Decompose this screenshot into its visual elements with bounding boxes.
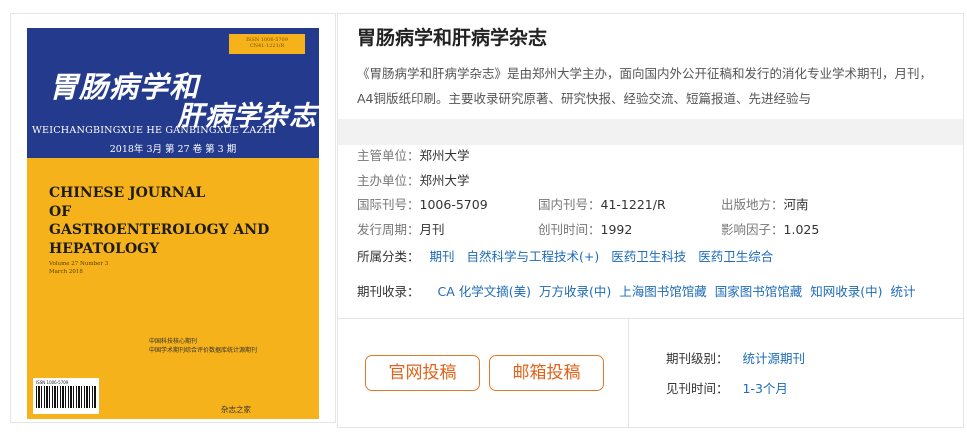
meta-row-dates: 发行周期：月刊 创刊时间：1992 影响因子：1.025: [357, 219, 957, 237]
cover-publisher-logo: 杂志之家: [221, 405, 251, 414]
database-link-national-library[interactable]: 国家图书馆馆藏: [715, 284, 803, 299]
meta-row-sponsor: 主办单位：郑州大学: [357, 170, 470, 189]
cover-pinyin: WEICHANGBINGXUE HE GANBINGXUE ZAZHI: [32, 125, 276, 136]
category-label: 所属分类：: [357, 249, 420, 264]
location-field: 出版地方：河南: [721, 194, 809, 213]
location-value: 河南: [783, 197, 809, 212]
supervisor-label: 主管单位：: [357, 148, 420, 163]
founded-label: 创刊时间：: [538, 222, 601, 237]
level-value-link[interactable]: 统计源期刊: [743, 351, 806, 366]
meta-row-numbers: 国际刊号：1006-5709 国内刊号：41-1221/R 出版地方：河南: [357, 194, 957, 212]
meta-row-supervisor: 主管单位：郑州大学: [357, 145, 470, 164]
cover-barcode: ISSN 1006-5709: [33, 378, 99, 414]
database-link-shanghai-library[interactable]: 上海图书馆馆藏: [619, 284, 707, 299]
cn-value: 41-1221/R: [600, 197, 666, 212]
database-link-cnki[interactable]: 知网收录(中): [810, 284, 882, 299]
category-link-medical-tech[interactable]: 医药卫生科技: [611, 249, 686, 264]
database-link-ca[interactable]: CA 化学文摘(美): [438, 284, 532, 299]
category-link-journal[interactable]: 期刊: [430, 249, 455, 264]
impact-label: 影响因子：: [721, 222, 784, 237]
journal-meta: 主管单位：郑州大学 主办单位：郑州大学 国际刊号：1006-5709 国内刊号：…: [337, 119, 964, 239]
journal-cover-image[interactable]: ISSN 1006-5709 CN41-1221/R 胃肠病学和 肝病学杂志 W…: [27, 28, 319, 419]
cover-title-en: CHINESE JOURNAL OF GASTROENTEROLOGY AND …: [49, 185, 270, 257]
action-divider: [628, 319, 629, 427]
level-label: 期刊级别：: [666, 351, 729, 366]
time-value: 1-3个月: [742, 381, 788, 396]
category-row: 所属分类： 期刊 自然科学与工程技术(+) 医药卫生科技 医药卫生综合: [357, 246, 781, 265]
cover-volume: Volume 27 Number 3 March 2018: [49, 261, 109, 275]
cn-field: 国内刊号：41-1221/R: [538, 194, 666, 213]
database-row: 期刊收录： CA 化学文摘(美) 万方收录(中) 上海图书馆馆藏 国家图书馆馆藏…: [357, 281, 957, 300]
sponsor-label: 主办单位：: [357, 173, 420, 188]
issn-label: 国际刊号：: [357, 197, 420, 212]
cover-issn-box: ISSN 1006-5709 CN41-1221/R: [229, 34, 305, 54]
journal-title[interactable]: 胃肠病学和肝病学杂志: [357, 23, 547, 50]
category-link-medical-general[interactable]: 医药卫生综合: [698, 249, 773, 264]
issn-field: 国际刊号：1006-5709: [357, 194, 488, 213]
action-box: 官网投稿 邮箱投稿 期刊级别： 统计源期刊 见刊时间： 1-3个月: [337, 318, 964, 428]
frequency-value: 月刊: [419, 222, 445, 237]
cover-barcode-text: ISSN 1006-5709: [36, 380, 69, 385]
cover-issue-date: 2018年 3月 第 27 卷 第 3 期: [109, 144, 237, 155]
issn-value: 1006-5709: [419, 197, 488, 212]
frequency-field: 发行周期：月刊: [357, 219, 445, 238]
journal-description: 《胃肠病学和肝病学杂志》是由郑州大学主办，面向国内外公开征稿和发行的消化专业学术…: [357, 66, 933, 106]
category-link-natural-science[interactable]: 自然科学与工程技术(+): [467, 249, 600, 264]
location-label: 出版地方：: [721, 197, 784, 212]
sponsor-value: 郑州大学: [419, 173, 470, 188]
founded-field: 创刊时间：1992: [538, 219, 632, 238]
database-link-wanfang[interactable]: 万方收录(中): [539, 284, 611, 299]
level-row: 期刊级别： 统计源期刊: [666, 348, 805, 367]
cn-label: 国内刊号：: [538, 197, 601, 212]
time-row: 见刊时间： 1-3个月: [666, 378, 788, 397]
impact-field: 影响因子：1.025: [721, 219, 819, 238]
database-link-stats[interactable]: 统计: [891, 284, 916, 299]
impact-value: 1.025: [783, 222, 820, 237]
cover-core-text: 中国科技核心期刊 中国学术期刊综合评价数据库统计源期刊: [149, 338, 258, 354]
founded-value: 1992: [600, 222, 633, 237]
email-submit-button[interactable]: 邮箱投稿: [489, 355, 604, 391]
website-submit-button[interactable]: 官网投稿: [365, 355, 480, 391]
database-label: 期刊收录：: [357, 284, 420, 299]
journal-header: 胃肠病学和肝病学杂志 《胃肠病学和肝病学杂志》是由郑州大学主办，面向国内外公开征…: [337, 13, 964, 119]
time-label: 见刊时间：: [666, 381, 729, 396]
barcode-icon: [36, 386, 96, 408]
supervisor-value: 郑州大学: [419, 148, 470, 163]
frequency-label: 发行周期：: [357, 222, 420, 237]
